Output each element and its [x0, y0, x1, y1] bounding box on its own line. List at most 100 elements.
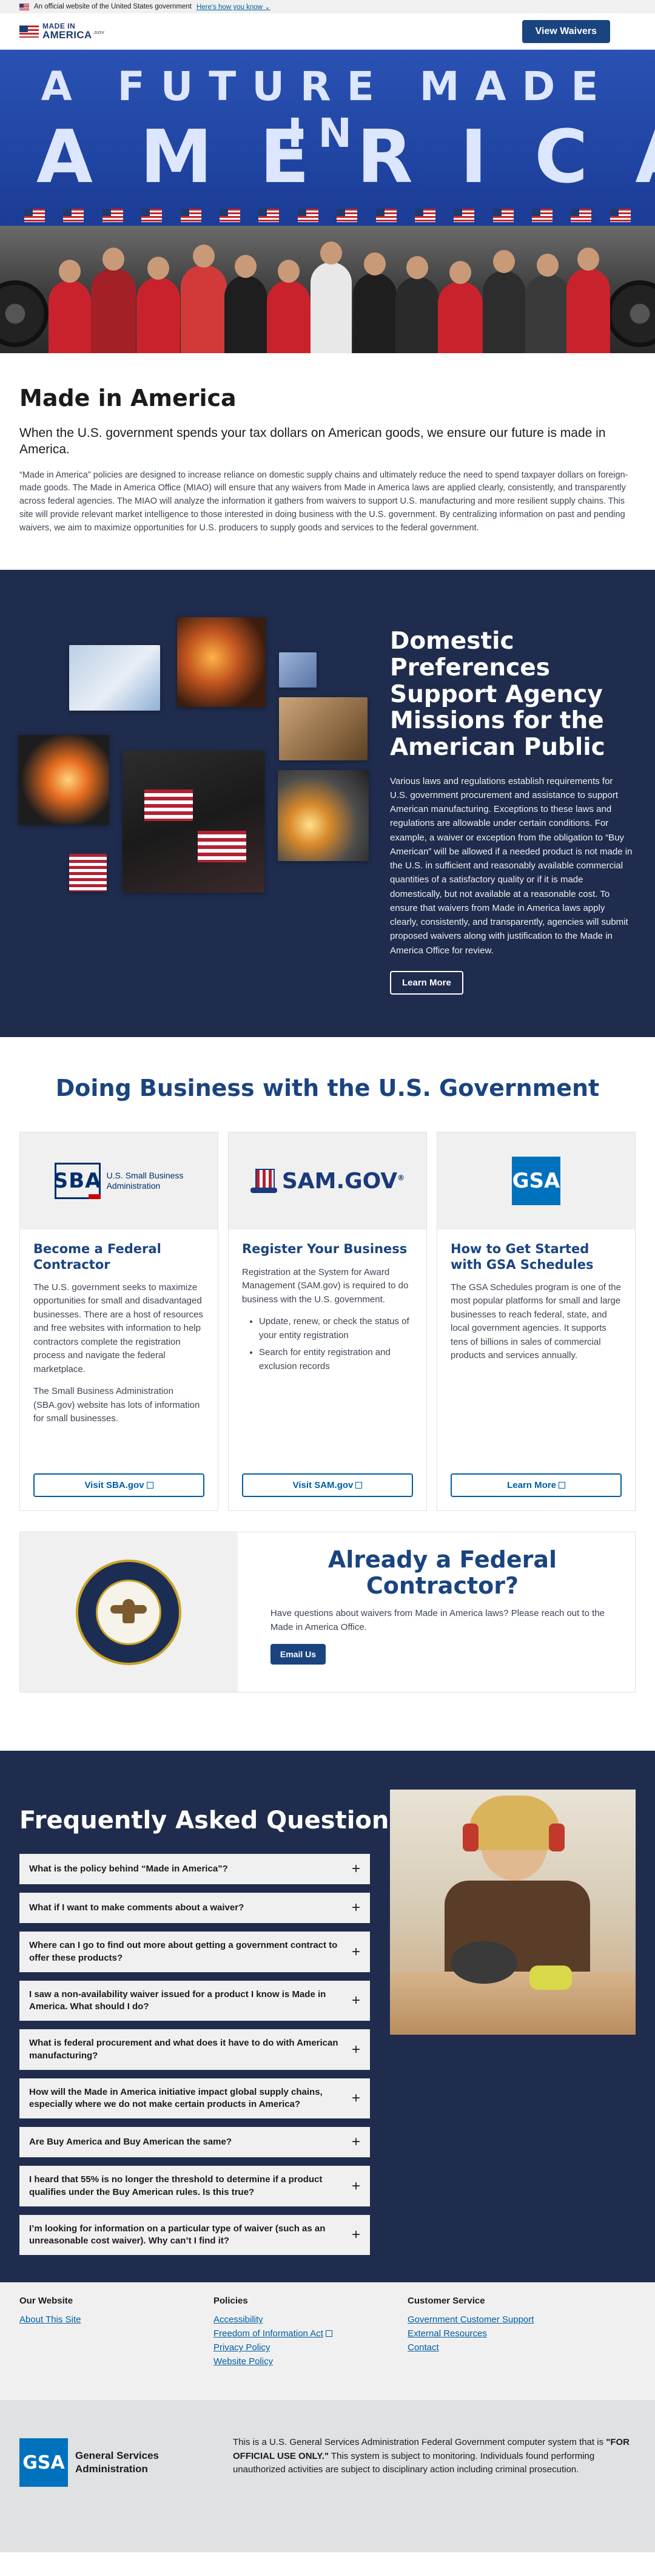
faq-title: Frequently Asked Questions: [19, 1807, 404, 1835]
flag-photo: [69, 854, 107, 892]
eop-seal-image: [20, 1532, 238, 1692]
card-text: Registration at the System for Award Man…: [242, 1266, 409, 1305]
gsa-learn-more-button[interactable]: Learn More: [451, 1473, 622, 1498]
doing-business-section: Doing Business with the U.S. Government …: [0, 1037, 655, 1693]
footer-disclaimer: This is a U.S. General Services Administ…: [233, 2437, 630, 2475]
plus-icon: +: [351, 1943, 360, 1960]
faq-item[interactable]: I saw a non-availability waiver issued f…: [19, 1980, 370, 2021]
flag-icon: [19, 25, 39, 38]
footer-link-foia[interactable]: Freedom of Information Act: [213, 2328, 408, 2339]
plus-icon: +: [351, 2226, 360, 2243]
external-link-icon: [325, 2330, 332, 2338]
card-text: The GSA Schedules program is one of the …: [451, 1282, 621, 1361]
email-us-button[interactable]: Email Us: [270, 1644, 326, 1665]
hero-line-2: AMERICA: [36, 115, 655, 200]
woodworker-photo: [390, 1790, 636, 2035]
card-media: GSA: [437, 1132, 635, 1230]
faq-item[interactable]: What is the policy behind “Made in Ameri…: [19, 1854, 370, 1885]
view-waivers-button[interactable]: View Waivers: [522, 19, 610, 43]
small-photo: [279, 652, 317, 688]
gsa-logo-icon: GSA: [19, 2438, 68, 2487]
already-body: Have questions about waivers from Made i…: [270, 1608, 605, 1632]
hero-image: A FUTURE MADE IN AMERICA: [0, 50, 655, 353]
external-link-icon: [355, 1482, 363, 1489]
footer-heading: Customer Service: [408, 2296, 485, 2307]
faq-item[interactable]: How will the Made in America initiative …: [19, 2078, 370, 2119]
footer-heading: Our Website: [19, 2296, 73, 2307]
faq-accordion: What is the policy behind “Made in Ameri…: [19, 1854, 370, 2263]
manufacturing-collage: [18, 606, 376, 898]
footer-link-external-resources[interactable]: External Resources: [408, 2328, 602, 2339]
site-logo[interactable]: MADE IN AMERICA .GOV: [19, 22, 104, 40]
faq-item[interactable]: Where can I go to find out more about ge…: [19, 1932, 370, 1972]
gsa-footer-logo[interactable]: GSA General Services Administration: [19, 2438, 233, 2487]
welding-photo: [18, 735, 109, 825]
card-bullets: Update, renew, or check the status of yo…: [242, 1315, 413, 1373]
prefs-title: Domestic Preferences Support Agency Miss…: [390, 627, 605, 762]
footer-link-website-policy[interactable]: Website Policy: [213, 2356, 408, 2367]
footer-link-accessibility[interactable]: Accessibility: [213, 2314, 408, 2325]
card-media: SAM.GOV®: [229, 1132, 426, 1230]
card-text: The Small Business Administration (SBA.g…: [33, 1386, 200, 1424]
prefs-learn-more-button[interactable]: Learn More: [390, 970, 463, 995]
flag-strip: [24, 209, 631, 225]
card-title: How to Get Started with GSA Schedules: [451, 1242, 594, 1272]
already-title: Already a Federal Contractor?: [328, 1546, 557, 1599]
prefs-body: Various laws and regulations establish r…: [390, 776, 633, 956]
boxes-photo: [279, 697, 368, 761]
steel-pour-photo: [177, 617, 266, 708]
card-title: Become a Federal Contractor: [33, 1242, 161, 1272]
footer-link-customer-support[interactable]: Government Customer Support: [408, 2314, 602, 2325]
uncle-sam-hat-icon: [250, 1169, 277, 1194]
card-sba: SBA U.S. Small Business Administration Be…: [19, 1132, 218, 1512]
flag-patches-photo: [123, 751, 264, 893]
footer-heading: Policies: [213, 2296, 248, 2307]
faq-item[interactable]: Are Buy America and Buy American the sam…: [19, 2127, 370, 2158]
business-title: Doing Business with the U.S. Government: [55, 1075, 600, 1102]
card-media: SBA U.S. Small Business Administration: [20, 1132, 218, 1230]
gov-banner-text: An official website of the United States…: [34, 3, 192, 10]
plus-icon: +: [351, 1992, 360, 2009]
intro-lead: When the U.S. government spends your tax…: [19, 426, 606, 457]
already-contractor-card: Already a Federal Contractor? Have quest…: [19, 1532, 636, 1693]
heres-how-you-know-link[interactable]: Here's how you know ⌄: [196, 2, 270, 11]
footer-link-privacy[interactable]: Privacy Policy: [213, 2342, 408, 2353]
us-flag-icon: [19, 3, 29, 10]
card-gsa: GSA How to Get Started with GSA Schedule…: [437, 1132, 636, 1512]
executive-office-seal-icon: [76, 1559, 182, 1665]
business-cards: SBA U.S. Small Business Administration Be…: [19, 1132, 636, 1512]
faq-section: Frequently Asked Questions What is the p…: [0, 1751, 655, 2283]
grinding-photo: [278, 770, 369, 862]
domestic-preferences-section: Domestic Preferences Support Agency Miss…: [0, 570, 655, 1038]
footer-col-customer-service: Customer Service Government Customer Sup…: [408, 2296, 602, 2400]
visit-sam-button[interactable]: Visit SAM.gov: [242, 1473, 413, 1498]
footer-col-our-website: Our Website About This Site: [19, 2296, 213, 2400]
visit-sba-button[interactable]: Visit SBA.gov: [33, 1473, 204, 1498]
masks-photo: [69, 645, 160, 711]
chevron-down-icon: ⌄: [264, 4, 270, 11]
footer-col-policies: Policies Accessibility Freedom of Inform…: [213, 2296, 408, 2400]
page-title: Made in America: [19, 385, 237, 411]
plus-icon: +: [351, 2177, 360, 2194]
logo-bottom-text: AMERICA .GOV: [42, 29, 105, 41]
tire-icon: [606, 280, 655, 347]
faq-item[interactable]: I heard that 55% is no longer the thresh…: [19, 2166, 370, 2206]
faq-item[interactable]: What is federal procurement and what doe…: [19, 2029, 370, 2070]
faq-item[interactable]: I’m looking for information on a particu…: [19, 2214, 370, 2256]
sba-logo: SBA U.S. Small Business Administration: [53, 1163, 183, 1200]
external-link-icon: [558, 1482, 565, 1489]
plus-icon: +: [351, 2041, 360, 2058]
list-item: Search for entity registration and exclu…: [259, 1346, 413, 1373]
faq-item[interactable]: What if I want to make comments about a …: [19, 1893, 370, 1924]
workers-group-photo: [0, 226, 655, 353]
gsa-logo: GSA: [512, 1157, 560, 1206]
external-link-icon: [146, 1482, 153, 1489]
footer-link-about[interactable]: About This Site: [19, 2314, 213, 2325]
sam-logo: SAM.GOV®: [250, 1169, 405, 1194]
footer-identity: GSA General Services Administration This …: [0, 2401, 655, 2553]
card-sam: SAM.GOV® Register Your Business Registra…: [228, 1132, 427, 1512]
intro-body: “Made in America” policies are designed …: [19, 470, 628, 533]
card-text: The U.S. government seeks to maximize op…: [33, 1282, 203, 1374]
footer-link-contact[interactable]: Contact: [408, 2342, 602, 2353]
site-header: MADE IN AMERICA .GOV View Waivers: [0, 13, 655, 50]
